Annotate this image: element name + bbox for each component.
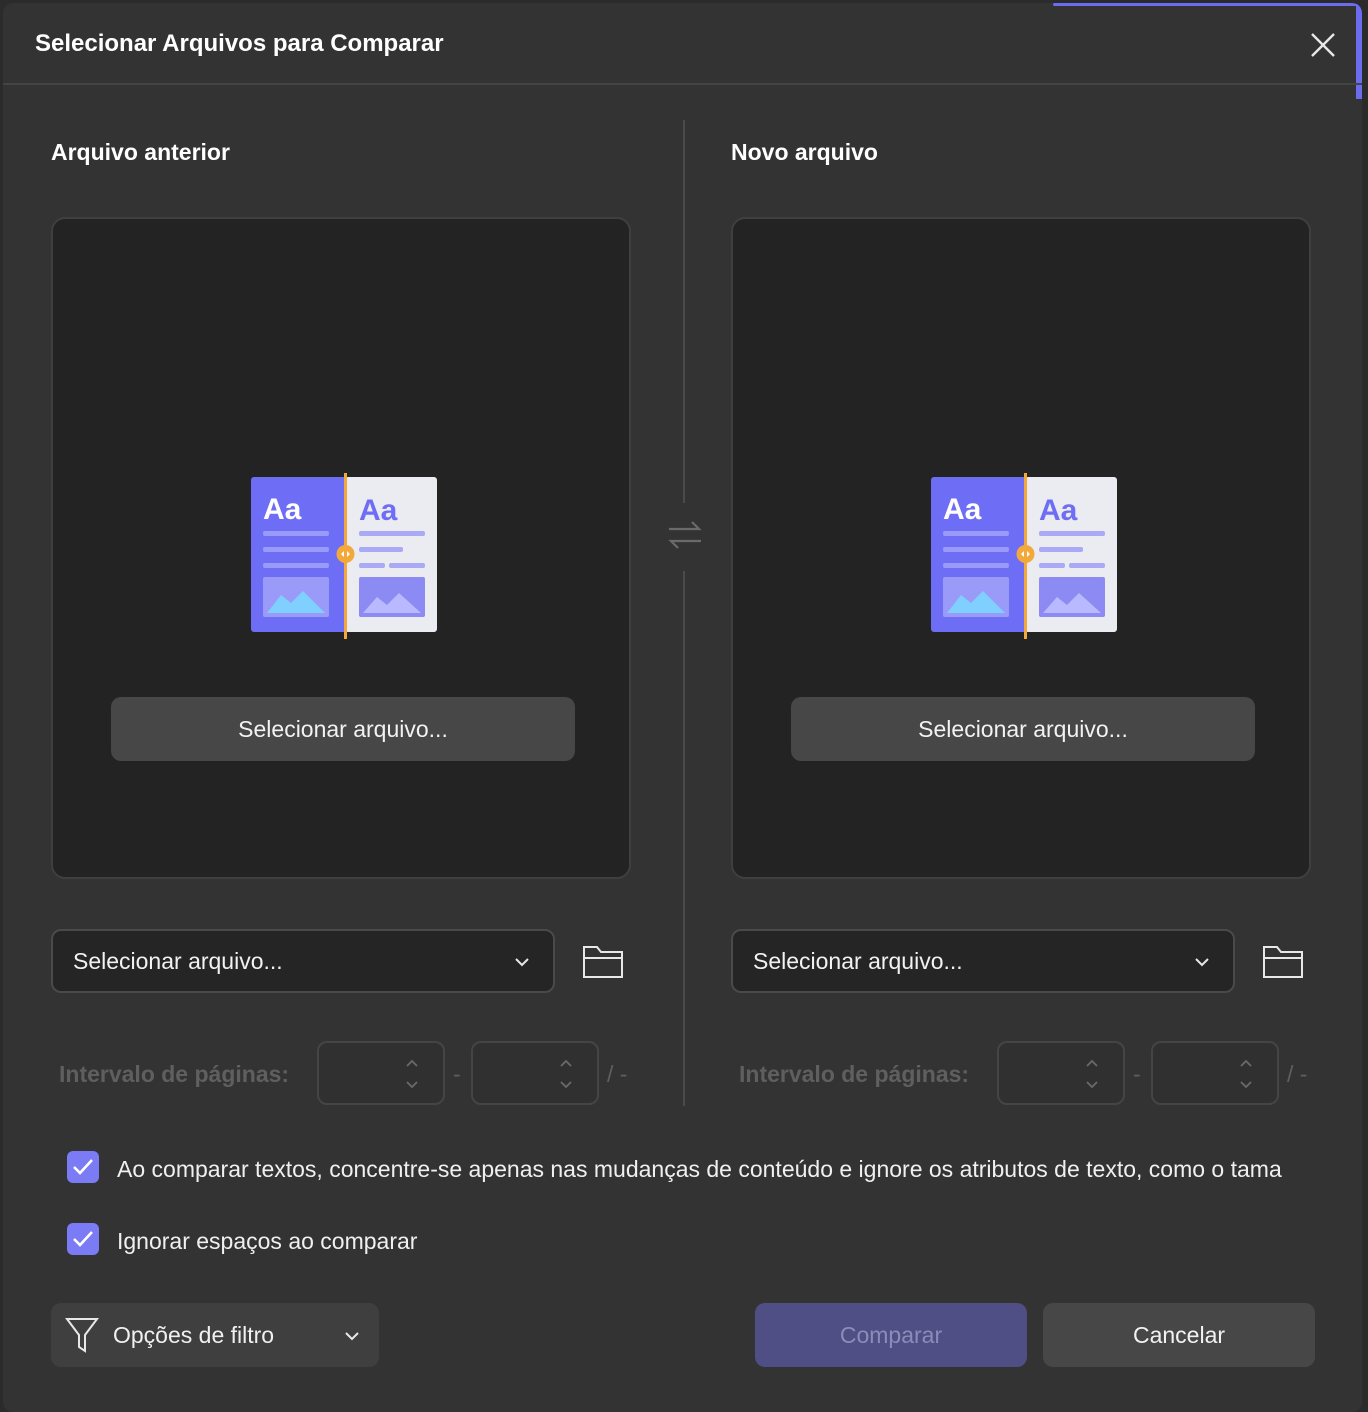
ignore-spaces-checkbox[interactable] [67,1223,99,1255]
new-range-from-stepper[interactable] [997,1041,1125,1105]
dialog-titlebar: Selecionar Arquivos para Comparar [3,3,1362,85]
checkmark-icon [73,1231,93,1247]
new-file-title: Novo arquivo [731,139,878,165]
old-file-folder-icon[interactable] [581,941,625,981]
focus-content-label: Ao comparar textos, concentre-se apenas … [117,1156,1282,1182]
old-range-to-stepper[interactable] [471,1041,599,1105]
old-file-preview: Aa Aa Selecionar arquivo... [51,217,631,879]
chevron-down-icon [345,1332,359,1341]
stepper-arrows-icon [1240,1059,1252,1089]
filter-options-label: Opções de filtro [113,1322,275,1348]
svg-text:Aa: Aa [943,493,982,526]
chevron-down-icon [515,958,529,967]
close-icon[interactable] [1305,27,1341,63]
checkmark-icon [73,1159,93,1175]
old-range-total: / - [607,1061,628,1087]
old-file-dropdown-value: Selecionar arquivo... [73,948,283,974]
stepper-arrows-icon [1086,1059,1098,1089]
stepper-arrows-icon [406,1059,418,1089]
new-range-total: / - [1287,1061,1308,1087]
old-file-title: Arquivo anterior [51,139,230,165]
new-file-folder-icon[interactable] [1261,941,1305,981]
old-range-separator: - [453,1061,461,1087]
new-file-preview: Aa Aa Selecionar arquivo... [731,217,1311,879]
old-file-select-button[interactable]: Selecionar arquivo... [111,697,575,761]
compare-illustration-icon: Aa Aa [251,473,437,639]
chevron-down-icon [1195,958,1209,967]
new-range-to-stepper[interactable] [1151,1041,1279,1105]
compare-button[interactable]: Comparar [755,1303,1027,1367]
cancel-button[interactable]: Cancelar [1043,1303,1315,1367]
filter-funnel-icon [65,1318,99,1353]
column-divider-top [683,120,685,503]
new-file-dropdown[interactable]: Selecionar arquivo... [731,929,1235,993]
swap-files-icon[interactable] [667,519,703,551]
old-page-range-label: Intervalo de páginas: [59,1061,290,1087]
new-page-range-label: Intervalo de páginas: [739,1061,970,1087]
new-file-dropdown-value: Selecionar arquivo... [753,948,963,974]
filter-options-button[interactable]: Opções de filtro [51,1303,379,1367]
svg-text:Aa: Aa [359,494,398,527]
stepper-arrows-icon [560,1059,572,1089]
new-file-select-button[interactable]: Selecionar arquivo... [791,697,1255,761]
old-range-from-stepper[interactable] [317,1041,445,1105]
ignore-spaces-label: Ignorar espaços ao comparar [117,1228,418,1254]
compare-files-dialog: Selecionar Arquivos para Comparar Arquiv… [3,3,1362,1412]
column-divider-bottom [683,571,685,1106]
new-range-separator: - [1133,1061,1141,1087]
svg-text:Aa: Aa [263,493,302,526]
svg-text:Aa: Aa [1039,494,1078,527]
dialog-title: Selecionar Arquivos para Comparar [35,30,444,57]
focus-content-checkbox[interactable] [67,1151,99,1183]
old-file-dropdown[interactable]: Selecionar arquivo... [51,929,555,993]
compare-illustration-icon: Aa Aa [931,473,1117,639]
